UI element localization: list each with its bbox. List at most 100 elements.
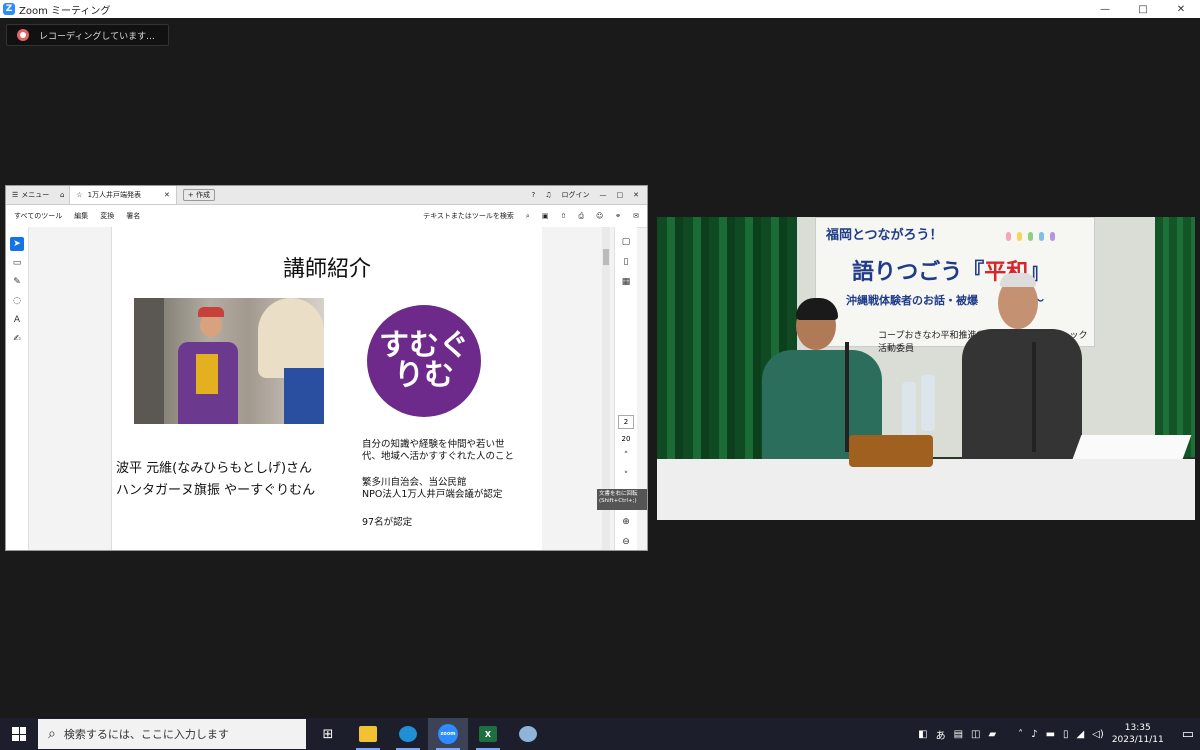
link-icon[interactable]: ⚭ [615,212,621,220]
mail-icon[interactable]: ✉ [633,212,639,220]
flower-basket [849,435,933,467]
select-tool-icon[interactable]: ➤ [10,237,24,251]
pdf-toolbar: すべてのツール 編集 変換 署名 テキストまたはツールを検索 ⌕ ▣ ⇧ ⎙ ☺… [6,205,647,228]
thumbnails-icon[interactable]: ▦ [619,275,633,289]
minimize-button[interactable]: — [1086,0,1124,18]
tab-close-icon[interactable]: ✕ [164,191,170,199]
clock-date: 2023/11/11 [1111,735,1164,745]
upload-icon[interactable]: ⇧ [560,212,566,220]
annotation-toolbar: ➤ ▭ ✎ ◌ A ✍ [6,227,29,550]
photo-cap [198,307,224,317]
excel-glyph: X [479,726,497,742]
green-curtain-right [1155,217,1195,457]
comments-panel-icon[interactable]: ▢ [619,235,633,249]
search-tools-label[interactable]: テキストまたはツールを検索 [423,211,514,221]
page-number-input[interactable]: 2 [618,415,634,429]
network-icon[interactable]: ▬ [1046,729,1055,740]
close-button[interactable]: ✕ [1162,0,1200,18]
notification-icon[interactable]: ▭ [1182,727,1194,742]
search-icon[interactable]: ⌕ [526,212,530,221]
next-page-icon[interactable]: ˅ [619,469,633,483]
taskbar-search[interactable]: ⌕ 検索するには、ここに入力します [38,719,306,749]
maximize-icon[interactable]: □ [617,191,624,199]
menu-button[interactable]: ☰ メニュー [6,190,55,200]
task-view-icon[interactable]: ⊞ [308,718,348,750]
search-placeholder: 検索するには、ここに入力します [63,728,229,741]
zoom-out-icon[interactable]: ⊖ [619,535,633,549]
excel-icon[interactable]: X [468,718,508,750]
recording-indicator[interactable]: レコーディングしています... [6,24,169,46]
login-button[interactable]: ログイン [562,190,590,200]
tray-box-icon[interactable]: ▰ [988,729,996,740]
show-hidden-icons[interactable]: ˄ [1018,729,1023,740]
system-tray: ◧ あ ▤ ◫ ▰ ˄ ♪ ▬ ▯ ◢ ◁) 13:35 2023/11/11 … [918,722,1200,746]
window-controls: — □ ✕ [1086,0,1200,18]
sumugurimun-logo: すむぐりむ [367,305,481,417]
home-icon[interactable]: ⌂ [55,191,69,199]
share-user-icon[interactable]: ☺ [596,212,603,220]
battery-icon[interactable]: ▯ [1063,729,1069,740]
participant-video[interactable]: 福岡とつながろう！ 語りつごう『平和』 沖縄戦体験者のお話・被爆 読劇～ コープ… [657,217,1195,520]
create-button[interactable]: + 作成 [182,189,216,201]
zoom-app-icon[interactable]: zoom [428,718,468,750]
ime-indicator[interactable]: あ [936,727,946,742]
window-title: Zoom ミーティング [19,5,111,17]
toolbar-sign[interactable]: 署名 [126,211,140,221]
text-tool-icon[interactable]: A [10,313,24,327]
menu-label: メニュー [21,191,50,199]
tray-app-icon[interactable]: ◫ [971,729,980,740]
clock[interactable]: 13:35 2023/11/11 [1112,722,1164,746]
scrollbar-thumb[interactable] [603,249,609,265]
close-icon[interactable]: ✕ [633,191,639,199]
tooltip-line2: (Shift+Ctrl+;) [599,498,637,504]
previous-page-icon[interactable]: ˄ [619,449,633,463]
toolbar-convert[interactable]: 変換 [100,211,114,221]
edge-icon[interactable] [388,718,428,750]
draw-tool-icon[interactable]: ◌ [10,294,24,308]
count-line: 97名が認定 [362,517,413,528]
sign-tool-icon[interactable]: ✍ [10,332,24,346]
dot [1028,232,1033,241]
paint-icon[interactable] [508,718,548,750]
papers [1072,435,1192,459]
dot [1039,232,1044,241]
bookmark-panel-icon[interactable]: ▯ [619,255,633,269]
file-explorer-icon[interactable] [348,718,388,750]
bell-icon[interactable]: ♫ [545,191,551,199]
microphone-icon[interactable]: ♪ [1031,729,1037,740]
highlight-tool-icon[interactable]: ✎ [10,275,24,289]
wifi-icon[interactable]: ◢ [1077,729,1085,740]
help-icon[interactable]: ? [532,191,536,199]
comment-tool-icon[interactable]: ▭ [10,256,24,270]
tab-document[interactable]: ☆ 1万人井戸端発表 ✕ [69,186,177,204]
print-icon[interactable]: ⎙ [578,212,584,221]
zoom-glyph: zoom [438,724,458,744]
slide-title: 講師紹介 [282,257,371,282]
table [657,459,1195,520]
org-line-1: 繁多川自治会、当公民館 [362,477,467,488]
photo-hat [258,298,324,378]
maximize-button[interactable]: □ [1124,0,1162,18]
minimize-icon[interactable]: — [600,191,607,199]
create-label: 作成 [196,191,211,199]
zoom-in-icon[interactable]: ⊕ [619,515,633,529]
water-bottle [902,382,916,438]
photo-blue-shirt [284,368,324,424]
edge-glyph [399,726,417,742]
speaker-title: ハンタガーヌ旗振 やーすぐりむん [116,483,316,498]
banner-dots [1006,232,1055,241]
star-icon[interactable]: ☆ [76,191,82,199]
water-bottle [921,375,935,431]
shared-screen-pdf-viewer: ☰ メニュー ⌂ ☆ 1万人井戸端発表 ✕ + 作成 ? ♫ ログイン — □ … [5,185,648,551]
cloud-recording-icon [17,29,29,41]
person2-hair [1000,273,1036,287]
toolbar-edit[interactable]: 編集 [74,211,88,221]
volume-icon[interactable]: ◁) [1092,729,1104,740]
save-icon[interactable]: ▣ [542,212,549,220]
tab-bar-right: ? ♫ ログイン — □ ✕ [532,190,648,200]
tray-app-icon[interactable]: ▤ [954,729,963,740]
toolbar-all-tools[interactable]: すべてのツール [14,211,62,221]
start-button[interactable] [0,718,38,750]
desc-line-1: 自分の知識や経験を仲間や若い世 [362,439,505,450]
tray-app-icon[interactable]: ◧ [918,729,927,740]
